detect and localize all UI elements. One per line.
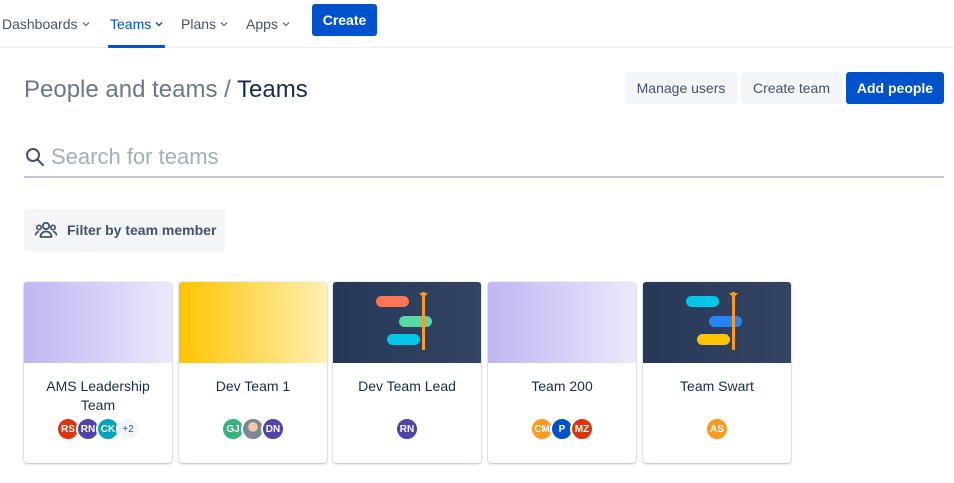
team-member-avatars: AS	[643, 417, 791, 441]
breadcrumb-people-and-teams[interactable]: People and teams	[24, 76, 217, 103]
team-name: Dev Team 1	[215, 378, 291, 394]
team-member-avatars: RS RN CK +2	[24, 417, 172, 441]
page-title: People and teams / Teams	[24, 76, 308, 104]
avatar[interactable]: DN	[261, 417, 285, 441]
create-team-button[interactable]: Create team	[741, 72, 842, 104]
nav-dashboards-label: Dashboards	[2, 16, 78, 32]
team-card-ams-leadership-team[interactable]: AMS Leadership Team RS RN CK +2	[24, 282, 172, 463]
avatar[interactable]: MZ	[570, 417, 594, 441]
team-member-avatars: GJ DN	[179, 417, 327, 441]
team-name: Team Swart	[680, 378, 754, 394]
top-navigation: Dashboards Teams Plans Apps Create	[0, 0, 954, 48]
breadcrumb-separator: /	[217, 76, 238, 103]
chevron-down-icon	[82, 22, 89, 27]
team-card-team-swart[interactable]: Team Swart AS	[643, 282, 791, 463]
search-input[interactable]	[51, 144, 911, 170]
filter-label: Filter by team member	[67, 222, 217, 238]
chevron-down-icon	[155, 22, 163, 27]
team-banner	[179, 282, 327, 363]
roadmap-illustration-icon	[686, 292, 742, 350]
team-name: Dev Team Lead	[358, 378, 456, 394]
more-members-badge[interactable]: +2	[116, 417, 140, 441]
team-name: AMS Leadership Team	[46, 378, 150, 413]
people-group-icon	[34, 221, 58, 238]
team-banner	[488, 282, 636, 363]
nav-plans-label: Plans	[181, 16, 217, 32]
team-card-dev-team-1[interactable]: Dev Team 1 GJ DN	[179, 282, 327, 463]
search-bar	[24, 138, 944, 178]
breadcrumb-current: Teams	[237, 76, 308, 103]
filter-by-team-member-button[interactable]: Filter by team member	[24, 209, 225, 251]
team-banner	[643, 282, 791, 363]
create-button[interactable]: Create	[312, 4, 377, 36]
search-icon	[26, 148, 44, 166]
avatar[interactable]: RN	[395, 417, 419, 441]
search-divider	[24, 180, 944, 192]
nav-dashboards[interactable]: Dashboards	[2, 0, 90, 48]
team-banner	[24, 282, 172, 363]
chevron-down-icon	[282, 22, 290, 27]
nav-apps-label: Apps	[246, 16, 278, 32]
chevron-down-icon	[220, 22, 228, 27]
add-people-button[interactable]: Add people	[846, 72, 944, 104]
team-card-team-200[interactable]: Team 200 CM P MZ	[488, 282, 636, 463]
roadmap-illustration-icon	[376, 292, 432, 350]
team-name: Team 200	[531, 378, 593, 394]
team-member-avatars: RN	[333, 417, 481, 441]
team-member-avatars: CM P MZ	[488, 417, 636, 441]
manage-users-button[interactable]: Manage users	[625, 72, 737, 104]
nav-apps[interactable]: Apps	[246, 0, 290, 48]
nav-teams-label: Teams	[110, 16, 152, 32]
team-banner	[333, 282, 481, 363]
nav-plans[interactable]: Plans	[181, 0, 228, 48]
nav-teams[interactable]: Teams	[108, 0, 166, 48]
avatar[interactable]: AS	[705, 417, 729, 441]
team-card-dev-team-lead[interactable]: Dev Team Lead RN	[333, 282, 481, 463]
